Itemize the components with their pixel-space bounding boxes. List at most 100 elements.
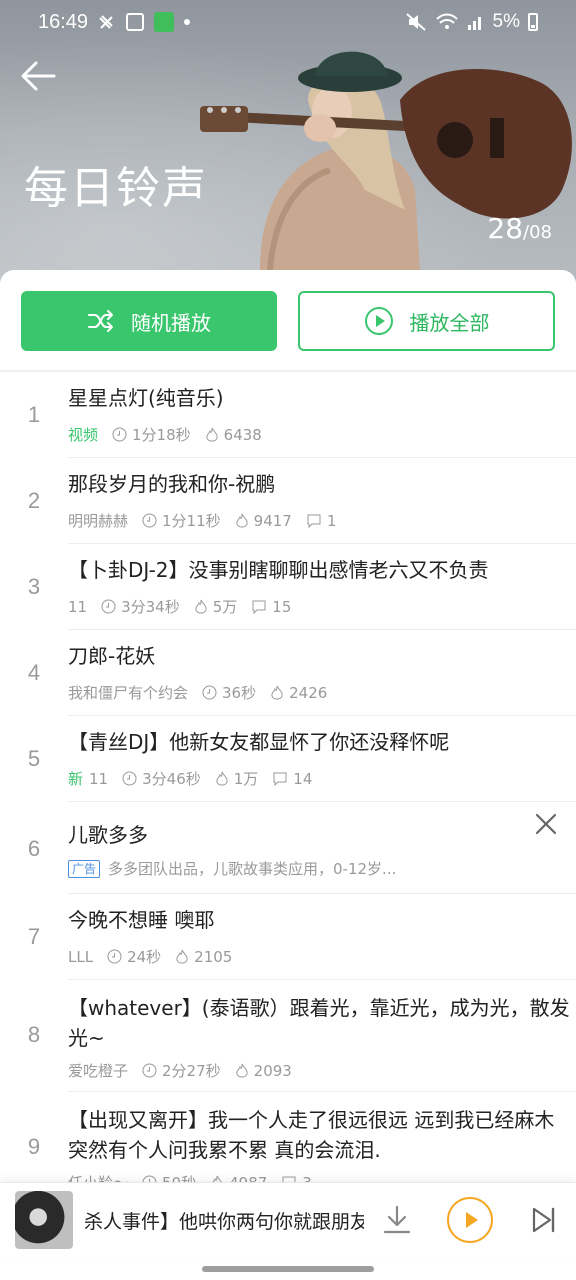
song-rank: 3 [27,574,41,599]
song-row[interactable]: 5 【青丝DJ】他新女友都显怀了你还没释怀呢 新 11 3分46秒 1万 14 [0,716,576,802]
song-row[interactable]: 7 今晚不想睡 噢耶 LLL 24秒 2105 [0,894,576,980]
duration-value: 36秒 [222,684,257,702]
song-row[interactable]: 4 刀郎-花妖 我和僵尸有个约会 36秒 2426 [0,630,576,716]
status-time: 16:49 [38,11,89,33]
album-cover[interactable] [15,1191,73,1249]
plays-value: 2105 [194,947,233,966]
duration-value: 3分34秒 [121,598,180,616]
flame-icon [216,771,228,785]
next-track-icon[interactable] [526,1203,560,1237]
song-rank: 1 [27,402,41,427]
song-duration: 1分18秒 [112,424,191,445]
song-rank: 6 [27,836,41,861]
gallery-icon [126,13,144,31]
header-banner: 16:49 5% 每日铃声 28/08 [0,0,576,290]
duration-value: 2分27秒 [162,1062,221,1080]
song-rank: 8 [27,1022,41,1047]
shuffle-play-label: 随机播放 [131,310,211,335]
song-rank: 4 [27,660,41,685]
clock-icon [202,685,217,700]
comment-icon [307,514,321,528]
now-playing-title[interactable]: 杀人事件】他哄你两句你就跟朋友 [84,1207,364,1234]
flame-icon [235,1063,248,1077]
home-indicator[interactable] [202,1266,374,1272]
more-notifications-dot [184,19,190,25]
comments-value: 15 [272,597,292,616]
song-comments: 15 [251,598,291,616]
new-tag: 新 [68,770,84,788]
song-rank: 2 [27,488,41,513]
action-buttons: 随机播放 播放全部 [21,291,555,351]
play-button[interactable] [447,1197,493,1243]
song-rank: 7 [27,924,41,949]
flame-icon [235,513,248,527]
back-arrow-icon[interactable] [18,56,58,96]
play-all-button[interactable]: 播放全部 [298,291,555,351]
status-right: 5% [405,11,538,33]
shuffle-play-button[interactable]: 随机播放 [21,291,277,351]
song-plays: 5万 [194,596,238,617]
song-row[interactable]: 8 【whatever】(泰语歌）跟着光，靠近光，成为光，散发光~ 爱吃橙子 2… [0,980,576,1092]
flame-icon [195,599,207,613]
content-panel: 随机播放 播放全部 1 星星点灯(纯音乐) 视频 1分18秒 6438 2 那段… [0,270,576,1280]
song-plays: 9417 [235,512,292,530]
song-rank: 5 [27,746,41,771]
song-meta: 11 3分34秒 5万 15 [68,596,305,617]
song-author: 11 [68,597,88,616]
song-meta: 明明赫赫 1分11秒 9417 1 [68,510,350,531]
app-notification-icon [154,12,174,32]
play-all-label: 播放全部 [409,310,490,335]
clock-icon [142,1063,157,1078]
date-month: 08 [529,222,552,243]
song-row[interactable]: 3 【卜卦DJ-2】没事别瞎聊聊出感情老六又不负责 11 3分34秒 5万 15 [0,544,576,630]
song-title: 刀郎-花妖 [68,644,156,668]
song-duration: 24秒 [107,946,161,967]
ad-meta: 广告 多多团队出品，儿歌故事类应用，0-12岁... [68,858,396,879]
status-bar: 16:49 5% [0,0,576,48]
song-title: 那段岁月的我和你-祝鹏 [68,472,276,496]
comments-value: 1 [326,511,337,530]
comment-icon [252,600,266,614]
ad-row[interactable]: 6 儿歌多多 广告 多多团队出品，儿歌故事类应用，0-12岁... [0,802,576,894]
ad-title: 儿歌多多 [68,823,148,847]
song-row[interactable]: 2 那段岁月的我和你-祝鹏 明明赫赫 1分11秒 9417 1 [0,458,576,544]
song-title: 今晚不想睡 噢耶 [68,908,215,932]
mute-notification-icon [99,15,113,29]
song-row[interactable]: 1 星星点灯(纯音乐) 视频 1分18秒 6438 [0,372,576,458]
song-plays: 1万 [215,768,259,789]
clock-icon [112,427,127,442]
battery-icon [528,13,538,31]
clock-icon [101,599,116,614]
close-ad-icon[interactable] [532,810,560,838]
mini-player[interactable]: 杀人事件】他哄你两句你就跟朋友 [0,1182,576,1258]
download-icon[interactable] [380,1203,414,1237]
song-title: 星星点灯(纯音乐) [68,386,224,410]
song-duration: 2分27秒 [142,1060,221,1081]
plays-value: 2426 [289,683,328,702]
plays-value: 1万 [233,770,259,788]
song-meta: 视频 1分18秒 6438 [68,424,276,445]
song-author: 明明赫赫 [68,512,129,530]
song-title: 【青丝DJ】他新女友都显怀了你还没释怀呢 [68,730,450,754]
song-meta: LLL 24秒 2105 [68,946,246,967]
plays-value: 5万 [212,598,238,616]
ad-badge: 广告 [68,859,101,878]
date-label: 28/08 [487,212,552,245]
clock-icon [107,949,122,964]
clock-icon [142,513,157,528]
flame-icon [176,949,188,963]
page-title: 每日铃声 [24,163,208,214]
notification-icons [98,12,190,32]
battery-percent: 5% [492,11,520,32]
clock-icon [122,771,137,786]
plays-value: 2093 [253,1061,292,1080]
ad-description: 多多团队出品，儿歌故事类应用，0-12岁... [108,860,397,878]
song-meta: 我和僵尸有个约会 36秒 2426 [68,682,341,703]
wifi-icon [435,13,458,29]
song-meta: 爱吃橙子 2分27秒 2093 [68,1060,306,1081]
flame-icon [205,427,218,441]
song-plays: 6438 [205,426,262,444]
song-comments: 1 [306,511,337,530]
song-meta: 新 11 3分46秒 1万 14 [68,768,326,789]
song-duration: 36秒 [202,682,256,703]
